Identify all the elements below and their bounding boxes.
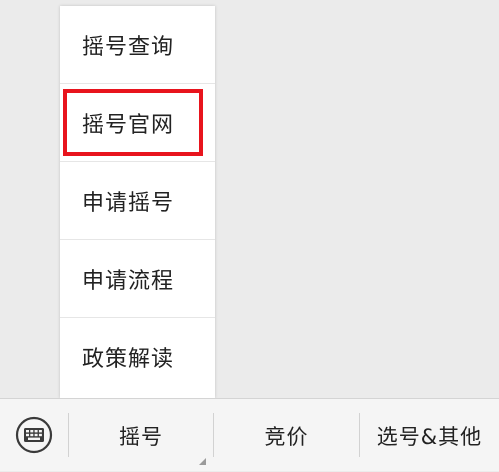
tab-label: 竞价 <box>264 424 309 449</box>
tab-label: 摇号 <box>119 424 163 449</box>
menu-item-policy[interactable]: 政策解读 <box>60 318 215 396</box>
menu-item-label: 申请摇号 <box>82 190 175 216</box>
tab-jingjia[interactable]: 竞价 <box>214 399 359 472</box>
keyboard-toggle-button[interactable] <box>14 415 54 455</box>
menu-item-label: 政策解读 <box>82 347 175 372</box>
keyboard-icon <box>15 416 53 454</box>
bottom-menu-bar: 摇号 竞价 选号&其他 <box>0 398 499 471</box>
menu-item-query[interactable]: 摇号查询 <box>60 6 215 84</box>
submenu-indicator-icon <box>199 458 206 465</box>
tab-yaohao[interactable]: 摇号 <box>69 399 213 472</box>
menu-item-apply[interactable]: 申请摇号 <box>60 162 215 240</box>
tab-xuanhao-other[interactable]: 选号&其他 <box>360 399 499 472</box>
menu-item-process[interactable]: 申请流程 <box>60 240 215 318</box>
menu-item-label: 摇号官网 <box>82 112 175 138</box>
submenu-popup: 摇号查询 摇号官网 申请摇号 申请流程 政策解读 <box>60 6 215 398</box>
tab-label: 选号&其他 <box>376 424 483 449</box>
menu-item-label: 摇号查询 <box>82 34 175 60</box>
menu-item-label: 申请流程 <box>82 268 175 294</box>
menu-item-official-site[interactable]: 摇号官网 <box>60 84 215 162</box>
